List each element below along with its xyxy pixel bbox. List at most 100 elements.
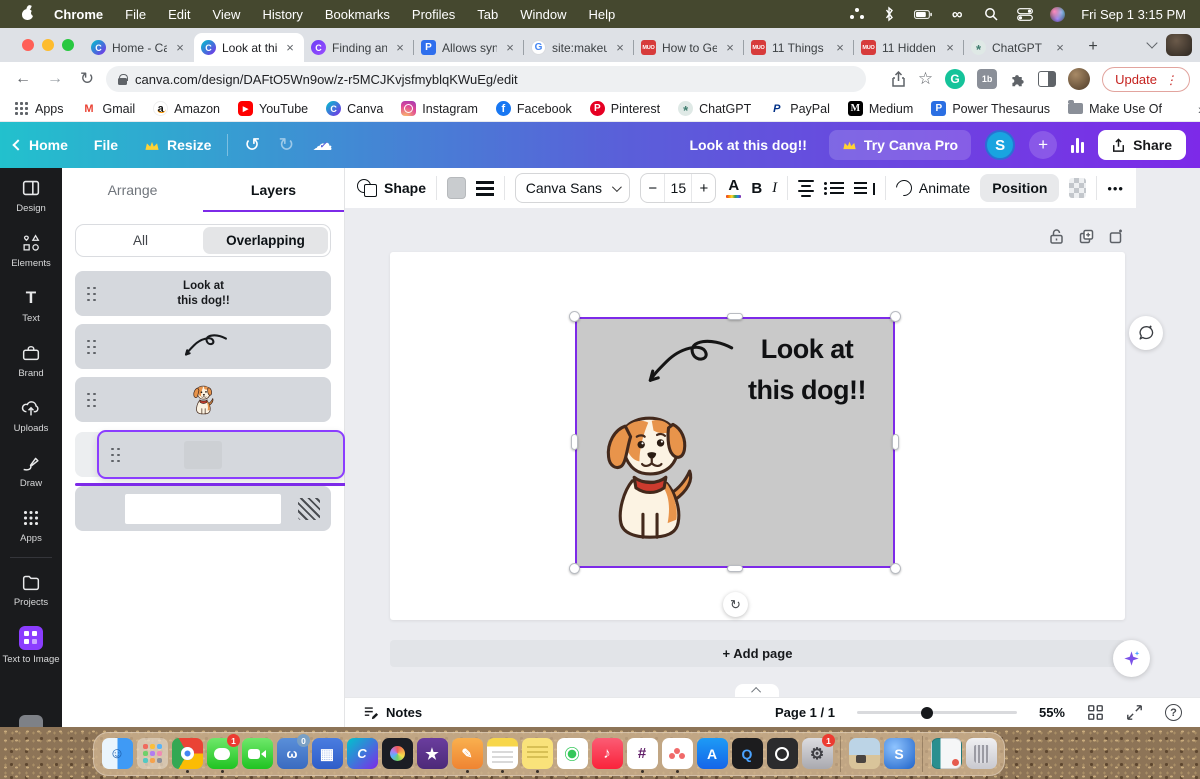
- layer-shape-selected[interactable]: [97, 430, 345, 479]
- lock-icon[interactable]: [118, 73, 128, 85]
- bookmark-pinterest[interactable]: Pinterest: [589, 101, 660, 116]
- layer-text[interactable]: Look at this dog!!: [75, 271, 331, 316]
- dock-stickies-icon[interactable]: [521, 735, 553, 773]
- drag-handle-icon[interactable]: [86, 339, 98, 355]
- zoom-slider-thumb[interactable]: [920, 706, 933, 719]
- tab-arrange[interactable]: Arrange: [62, 168, 203, 212]
- grammarly-extension-icon[interactable]: [945, 69, 966, 89]
- transparency-button[interactable]: [1069, 178, 1087, 198]
- dock-chrome-icon[interactable]: [171, 735, 203, 773]
- chrome-update-button[interactable]: Update: [1102, 66, 1190, 92]
- menu-file[interactable]: File: [125, 7, 146, 22]
- dock-slack-icon[interactable]: [626, 735, 658, 773]
- dock-notes-icon[interactable]: [486, 735, 518, 773]
- grid-view-button[interactable]: [1087, 704, 1104, 721]
- design-dog-illustration[interactable]: [597, 405, 703, 546]
- share-button[interactable]: Share: [1098, 130, 1186, 160]
- account-avatar[interactable]: S: [985, 130, 1016, 160]
- dock-stacks-icon[interactable]: [848, 735, 880, 773]
- insights-chart-icon[interactable]: [1071, 137, 1085, 153]
- tab-11-things[interactable]: 11 Things You: [743, 33, 854, 62]
- text-color-button[interactable]: A: [726, 178, 742, 199]
- drag-handle-icon[interactable]: [86, 392, 98, 408]
- dock-davinci-resolve-icon[interactable]: [381, 735, 413, 773]
- sidebar-item-design[interactable]: Design: [0, 168, 62, 223]
- tab-close-icon[interactable]: [613, 41, 627, 55]
- resize-handle-s[interactable]: [727, 565, 743, 572]
- back-button[interactable]: [10, 66, 36, 92]
- tab-allows-synonyms[interactable]: Allows synon: [413, 33, 524, 62]
- decrease-font-button[interactable]: −: [641, 174, 664, 202]
- collapse-panel-tab[interactable]: [735, 684, 779, 697]
- notes-button[interactable]: Notes: [363, 705, 422, 720]
- redo-button[interactable]: [278, 136, 294, 155]
- tab-how-to-get[interactable]: How to Get t: [633, 33, 744, 62]
- menu-window[interactable]: Window: [520, 7, 566, 22]
- bookmark-gmail[interactable]: Gmail: [81, 101, 135, 116]
- design-arrow[interactable]: [635, 329, 739, 401]
- menu-history[interactable]: History: [262, 7, 302, 22]
- tab-search-chevron-icon[interactable]: [1146, 37, 1158, 49]
- menu-bookmarks[interactable]: Bookmarks: [325, 7, 390, 22]
- resize-handle-sw[interactable]: [569, 563, 580, 574]
- invite-member-button[interactable]: [1029, 131, 1058, 159]
- dock-imovie-icon[interactable]: [416, 735, 448, 773]
- extensions-puzzle-icon[interactable]: [1009, 71, 1026, 88]
- bookmark-folder-makeuseof[interactable]: Make Use Of: [1068, 100, 1162, 116]
- resize-handle-w[interactable]: [571, 434, 578, 450]
- battery-icon[interactable]: [914, 6, 933, 22]
- layer-background[interactable]: [75, 486, 331, 531]
- dock-finder-icon[interactable]: [101, 735, 133, 773]
- sidebar-item-apps[interactable]: Apps: [0, 498, 62, 553]
- border-weight-icon[interactable]: [475, 180, 494, 196]
- sidebar-item-brand[interactable]: Brand: [0, 333, 62, 388]
- new-tab-button[interactable]: [1080, 34, 1106, 60]
- font-family-select[interactable]: Canva Sans: [514, 173, 631, 203]
- sidebar-item-text[interactable]: T Text: [0, 278, 62, 333]
- minimize-window-button[interactable]: [42, 39, 54, 51]
- spotlight-icon[interactable]: [982, 6, 1000, 22]
- tab-layers[interactable]: Layers: [203, 168, 344, 212]
- bookmark-power-thesaurus[interactable]: Power Thesaurus: [931, 101, 1050, 116]
- bookmark-instagram[interactable]: Instagram: [401, 101, 478, 116]
- italic-button[interactable]: I: [772, 180, 777, 197]
- duplicate-page-button[interactable]: [1078, 228, 1095, 245]
- dock-screenshot-icon[interactable]: [766, 735, 798, 773]
- menu-view[interactable]: View: [212, 7, 240, 22]
- menu-chrome[interactable]: Chrome: [54, 7, 103, 22]
- dock-pages-icon[interactable]: [451, 735, 483, 773]
- resize-handle-ne[interactable]: [890, 311, 901, 322]
- sidebar-item-uploads[interactable]: Uploads: [0, 388, 62, 443]
- tab-finding[interactable]: Finding and a: [304, 33, 414, 62]
- tab-site-makeuseof[interactable]: site:makeus: [523, 33, 634, 62]
- tab-close-icon[interactable]: [723, 41, 737, 55]
- texture-swatch[interactable]: [298, 497, 320, 520]
- bold-button[interactable]: B: [751, 180, 762, 197]
- resize-handle-e[interactable]: [892, 434, 899, 450]
- link-status-icon[interactable]: [948, 6, 966, 22]
- design-text[interactable]: Look at this dog!!: [725, 329, 889, 411]
- share-page-icon[interactable]: [891, 70, 906, 88]
- bookmark-paypal[interactable]: PayPal: [769, 101, 830, 116]
- layer-dog-image[interactable]: [75, 377, 331, 422]
- dock-appstore-icon[interactable]: [696, 735, 728, 773]
- omnibox[interactable]: canva.com/design/DAFtO5Wn9ow/z-r5MCJKvjs…: [106, 66, 866, 92]
- sidebar-item-text-to-image[interactable]: Text to Image: [0, 617, 62, 674]
- control-center-icon[interactable]: [1016, 6, 1034, 22]
- filter-overlapping[interactable]: Overlapping: [203, 227, 328, 254]
- sidebar-item-projects[interactable]: Projects: [0, 562, 62, 617]
- magic-assistant-button[interactable]: [1113, 640, 1150, 677]
- url-text[interactable]: canva.com/design/DAFtO5Wn9ow/z-r5MCJKvjs…: [135, 72, 518, 87]
- apple-menu-icon[interactable]: [20, 4, 37, 22]
- bluetooth-icon[interactable]: [880, 6, 898, 22]
- zoom-window-button[interactable]: [62, 39, 74, 51]
- shape-button[interactable]: Shape: [357, 179, 426, 197]
- menu-tab[interactable]: Tab: [477, 7, 498, 22]
- dock-music-icon[interactable]: [591, 735, 623, 773]
- tab-home-canva[interactable]: Home - Canv: [84, 33, 194, 62]
- dock-canva-icon[interactable]: [346, 735, 378, 773]
- close-window-button[interactable]: [22, 39, 34, 51]
- tab-look-at-this-dog[interactable]: Look at this d: [194, 33, 304, 62]
- bookmark-youtube[interactable]: YouTube: [238, 101, 308, 116]
- sidebar-item-draw[interactable]: Draw: [0, 443, 62, 498]
